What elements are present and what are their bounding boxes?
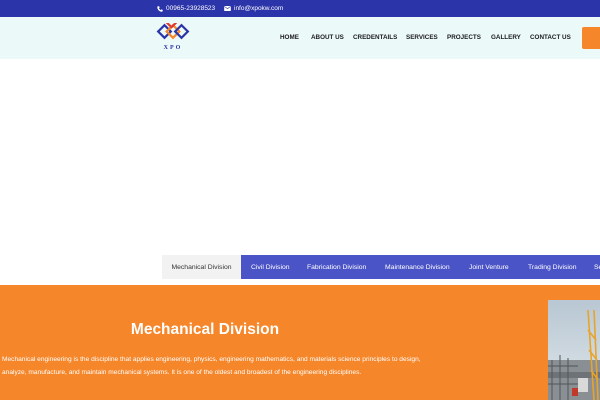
email-contact[interactable]: info@xpokw.com bbox=[224, 0, 283, 17]
division-title: Mechanical Division bbox=[130, 321, 280, 338]
division-content: Mechanical Division Mechanical engineeri… bbox=[0, 285, 600, 400]
logo-text: XPO bbox=[163, 45, 183, 51]
tab-truncated[interactable]: Se bbox=[594, 255, 600, 279]
nav-projects[interactable]: PROJECTS bbox=[447, 34, 481, 41]
nav-about-us[interactable]: ABOUT US bbox=[311, 34, 344, 41]
phone-contact[interactable]: 00965-23928523 bbox=[157, 0, 215, 17]
tab-mechanical-division[interactable]: Mechanical Division bbox=[162, 255, 241, 279]
nav-credentails[interactable]: CREDENTAILS bbox=[353, 34, 397, 41]
tab-label: Se bbox=[594, 263, 600, 271]
nav-contact-us[interactable]: CONTACT US bbox=[530, 34, 571, 41]
construction-site-image bbox=[548, 300, 600, 400]
tab-civil-division[interactable]: Civil Division bbox=[251, 255, 290, 279]
tab-label: Mechanical Division bbox=[171, 263, 232, 271]
envelope-icon bbox=[224, 6, 231, 11]
tab-trading-division[interactable]: Trading Division bbox=[528, 255, 576, 279]
tab-label: Maintenance Division bbox=[385, 263, 450, 271]
division-photo bbox=[548, 300, 600, 400]
site-header: XPO HOME ABOUT US CREDENTAILS SERVICES P… bbox=[0, 17, 600, 59]
top-contact-bar: 00965-23928523 info@xpokw.com bbox=[0, 0, 600, 17]
tab-label: Fabrication Division bbox=[307, 263, 367, 271]
division-tabs: Mechanical Division Civil Division Fabri… bbox=[162, 255, 600, 279]
phone-icon bbox=[157, 5, 163, 12]
tab-fabrication-division[interactable]: Fabrication Division bbox=[307, 255, 366, 279]
page: 00965-23928523 info@xpokw.com XPO HOME A… bbox=[0, 0, 600, 400]
tab-joint-venture[interactable]: Joint Venture bbox=[469, 255, 509, 279]
header-cta-button[interactable] bbox=[582, 27, 600, 49]
site-logo[interactable]: XPO bbox=[156, 17, 190, 55]
tab-label: Civil Division bbox=[251, 263, 290, 271]
logo-mark-icon bbox=[156, 17, 190, 40]
email-address: info@xpokw.com bbox=[234, 5, 284, 12]
division-description: Mechanical engineering is the discipline… bbox=[2, 356, 421, 376]
tab-maintenance-division[interactable]: Maintenance Division bbox=[385, 255, 450, 279]
tab-label: Trading Division bbox=[528, 263, 577, 271]
hero-area bbox=[0, 59, 600, 255]
nav-gallery[interactable]: GALLERY bbox=[491, 34, 521, 41]
nav-services[interactable]: SERVICES bbox=[406, 34, 438, 41]
tab-label: Joint Venture bbox=[469, 263, 509, 271]
phone-number: 00965-23928523 bbox=[166, 5, 216, 12]
nav-home[interactable]: HOME bbox=[280, 34, 299, 41]
